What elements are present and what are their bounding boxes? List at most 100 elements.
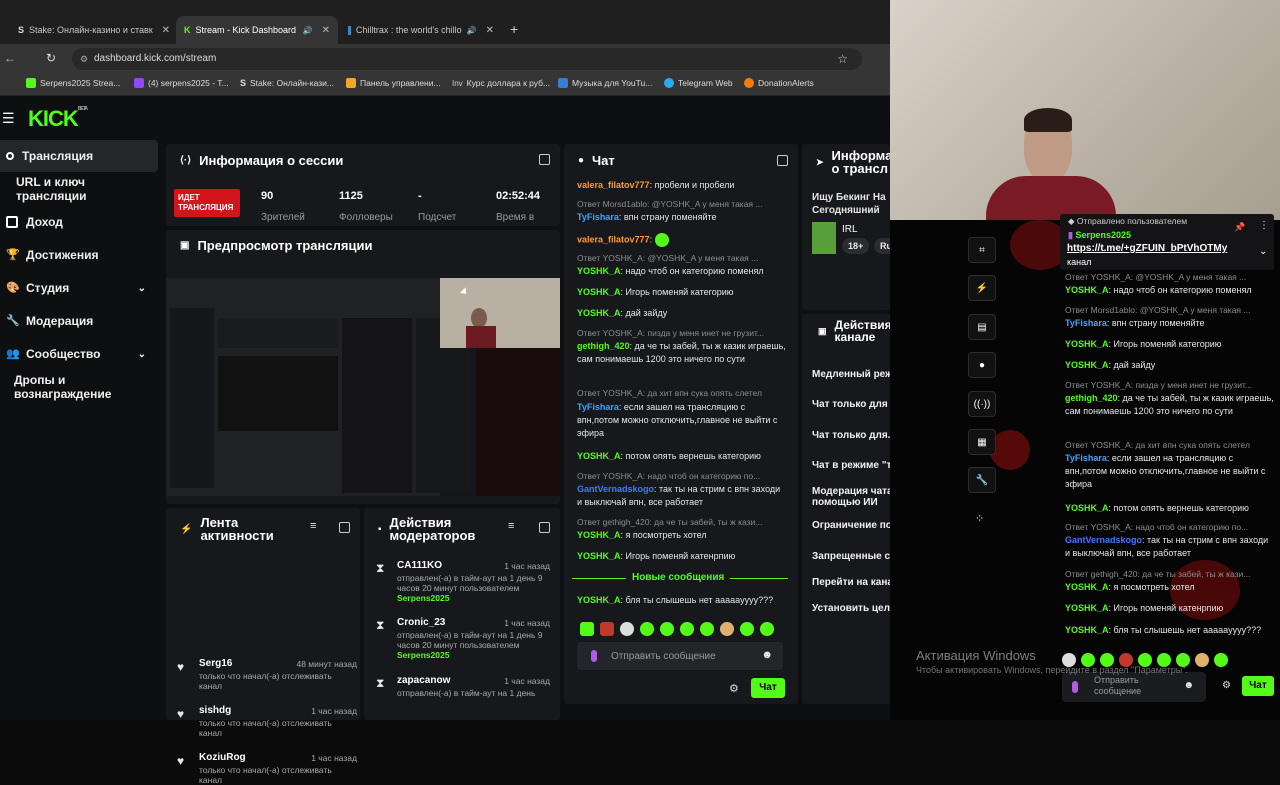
chat-user[interactable]: YOSHK_A — [577, 308, 621, 318]
reload-icon[interactable]: ↻ — [46, 51, 56, 65]
activity-user[interactable]: sishdg — [199, 705, 231, 716]
chat-user[interactable]: TyFishara — [1065, 318, 1107, 328]
chat-user[interactable]: YOSHK_A — [577, 551, 621, 561]
chat-user[interactable]: gethigh_420 — [577, 341, 630, 351]
sidebar-item-achievements[interactable]: 🏆 Достижения — [0, 239, 158, 271]
menu-icon[interactable]: ☰ — [2, 110, 15, 127]
chat-user[interactable]: TyFishara — [1065, 453, 1107, 463]
close-icon[interactable]: ✕ — [322, 25, 330, 36]
settings-gear-icon[interactable]: ⚙ — [729, 682, 739, 695]
emote-icon[interactable] — [600, 621, 614, 636]
chat-user[interactable]: YOSHK_A — [1065, 503, 1109, 513]
sidebar-item-drops[interactable]: Дропы и вознаграждение — [0, 371, 158, 403]
bookmark-item[interactable]: Inv Курс доллара к руб... — [452, 78, 550, 88]
chat-user[interactable]: TyFishara — [577, 212, 619, 222]
chat-user[interactable]: valera_filatov777 — [577, 234, 650, 244]
emote-icon[interactable] — [620, 621, 634, 636]
emote-icon[interactable] — [740, 621, 754, 636]
chat-user[interactable]: GantVernadskogo — [577, 484, 654, 494]
quick-action-button[interactable]: ⚡ — [968, 275, 996, 301]
chat-user[interactable]: YOSHK_A — [1065, 360, 1109, 370]
quick-action-button[interactable]: ((·)) — [968, 391, 996, 417]
new-messages-label[interactable]: Новые сообщения — [626, 572, 731, 583]
emote-icon[interactable] — [580, 621, 594, 636]
emoji-icon[interactable]: ☻ — [1183, 680, 1194, 691]
chat-user[interactable]: YOSHK_A — [577, 266, 621, 276]
bookmark-item[interactable]: Serpens2025 Strea... — [26, 78, 120, 88]
quick-action-button[interactable]: ▦ — [968, 429, 996, 455]
site-info-icon[interactable]: ⚙ — [80, 48, 88, 70]
chat-user[interactable]: GantVernadskogo — [1065, 535, 1142, 545]
kick-logo[interactable]: KICKBETA — [28, 106, 88, 132]
chat-send-button[interactable]: Чат — [751, 678, 785, 698]
popout-icon[interactable] — [539, 522, 550, 533]
mod-target-user[interactable]: zapacanow — [397, 675, 450, 686]
browser-tab-active[interactable]: K Stream - Kick Dashboard 🔊 ✕ — [176, 16, 338, 44]
emoji-icon[interactable]: ☻ — [761, 649, 773, 661]
bookmark-item[interactable]: DonationAlerts — [744, 78, 814, 88]
mod-by-user[interactable]: Serpens2025 — [397, 593, 449, 603]
chat-user[interactable]: YOSHK_A — [1065, 285, 1109, 295]
new-tab-icon[interactable]: + — [510, 21, 518, 37]
speaker-icon[interactable]: 🔊 — [303, 26, 313, 35]
chat-user[interactable]: YOSHK_A — [1065, 625, 1109, 635]
mod-target-user[interactable]: CA111KO — [397, 560, 442, 571]
filter-icon[interactable]: ≡ — [508, 520, 514, 532]
settings-gear-icon[interactable]: ⚙ — [1222, 680, 1231, 691]
quick-action-button[interactable]: ▤ — [968, 314, 996, 340]
browser-tab[interactable]: S Stake: Онлайн-казино и ставк ✕ — [10, 16, 178, 44]
emote-icon[interactable] — [660, 621, 674, 636]
close-icon[interactable]: ✕ — [486, 25, 494, 36]
chat-user[interactable]: YOSHK_A — [1065, 603, 1109, 613]
chat-input[interactable]: Отправить сообщение ☻ — [577, 642, 783, 670]
chat-user[interactable]: YOSHK_A — [577, 530, 621, 540]
browser-tab[interactable]: Chilltrax : the world's chillo 🔊 ✕ — [340, 16, 502, 44]
chevron-down-icon[interactable]: ⌄ — [1259, 246, 1267, 257]
stream-preview-video[interactable] — [166, 278, 560, 496]
popout-icon[interactable] — [777, 155, 788, 166]
emote-icon[interactable] — [680, 621, 694, 636]
bookmark-item[interactable]: Музыка для YouTu... — [558, 78, 652, 88]
chat-user[interactable]: YOSHK_A — [577, 287, 621, 297]
speaker-icon[interactable]: 🔊 — [467, 26, 477, 35]
activity-user[interactable]: Serg16 — [199, 658, 232, 669]
bookmark-item[interactable]: (4) serpens2025 - T... — [134, 78, 229, 88]
emote-icon[interactable] — [700, 621, 714, 636]
popout-icon[interactable] — [539, 154, 550, 165]
chat-user[interactable]: TyFishara — [577, 402, 619, 412]
bookmark-item[interactable]: Панель управлени... — [346, 78, 441, 88]
emote-icon[interactable] — [720, 621, 734, 636]
overlay-send-button[interactable]: Чат — [1242, 676, 1274, 696]
sidebar-item-studio[interactable]: 🎨 Студия ⌄ — [0, 272, 158, 304]
quick-action-button[interactable]: ⌗ — [968, 237, 996, 263]
url-input[interactable]: ⚙ dashboard.kick.com/stream ☆ — [72, 48, 862, 70]
more-vertical-icon[interactable]: ⋮ — [1259, 220, 1269, 231]
overlay-chat-input[interactable]: Отправить сообщение ☻ — [1062, 672, 1206, 702]
bookmark-item[interactable]: S Stake: Онлайн-кази... — [240, 78, 334, 88]
quick-action-button[interactable]: 🔧 — [968, 467, 996, 493]
close-icon[interactable]: ✕ — [162, 25, 170, 36]
chat-user[interactable]: valera_filatov777 — [577, 180, 650, 190]
pinned-user[interactable]: ▮ Serpens2025 — [1068, 230, 1131, 241]
emote-icon[interactable] — [1214, 652, 1228, 667]
sidebar-item-community[interactable]: 👥 Сообщество ⌄ — [0, 338, 158, 370]
sidebar-item-revenue[interactable]: Доход — [0, 206, 158, 238]
category-thumbnail[interactable] — [812, 222, 836, 254]
emote-icon[interactable] — [760, 621, 774, 636]
chat-user[interactable]: YOSHK_A — [577, 451, 621, 461]
chat-user[interactable]: YOSHK_A — [1065, 339, 1109, 349]
pin-icon[interactable]: 📌 — [1234, 222, 1245, 233]
sidebar-item-url-key[interactable]: URL и ключ трансляции — [0, 173, 158, 205]
chevron-down-icon[interactable]: ⌄ — [138, 349, 146, 360]
emote-icon[interactable] — [640, 621, 654, 636]
chat-user[interactable]: gethigh_420 — [1065, 393, 1118, 403]
bookmark-item[interactable]: Telegram Web — [664, 78, 733, 88]
mod-by-user[interactable]: Serpens2025 — [397, 650, 449, 660]
back-icon[interactable]: ← — [4, 51, 16, 65]
mod-target-user[interactable]: Cronic_23 — [397, 617, 445, 628]
quick-action-button[interactable]: ● — [968, 352, 996, 378]
sidebar-item-moderation[interactable]: 🔧 Модерация — [0, 305, 158, 337]
category-label[interactable]: IRL — [842, 224, 858, 235]
star-icon[interactable]: ☆ — [837, 48, 848, 70]
more-icon[interactable]: ⁘ — [975, 512, 984, 525]
